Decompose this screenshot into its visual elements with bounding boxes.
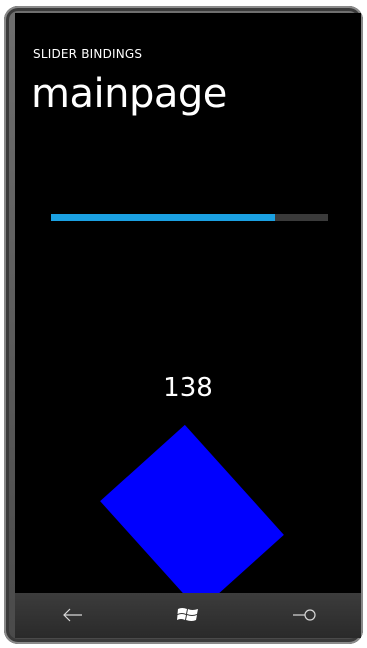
back-button[interactable]	[53, 601, 93, 629]
windows-logo-icon	[177, 608, 198, 621]
rotated-rectangle	[100, 424, 284, 593]
search-icon	[293, 609, 316, 621]
rotation-slider[interactable]	[51, 209, 328, 231]
back-arrow-icon	[63, 608, 82, 622]
navigation-bar	[15, 593, 361, 638]
screen: SLIDER BINDINGS mainpage 138	[15, 13, 361, 593]
page-title: mainpage	[31, 71, 227, 117]
app-title: SLIDER BINDINGS	[33, 47, 143, 61]
slider-fill	[51, 214, 275, 221]
slider-value-text: 138	[163, 373, 213, 403]
start-button[interactable]	[168, 601, 208, 629]
search-button[interactable]	[285, 601, 325, 629]
